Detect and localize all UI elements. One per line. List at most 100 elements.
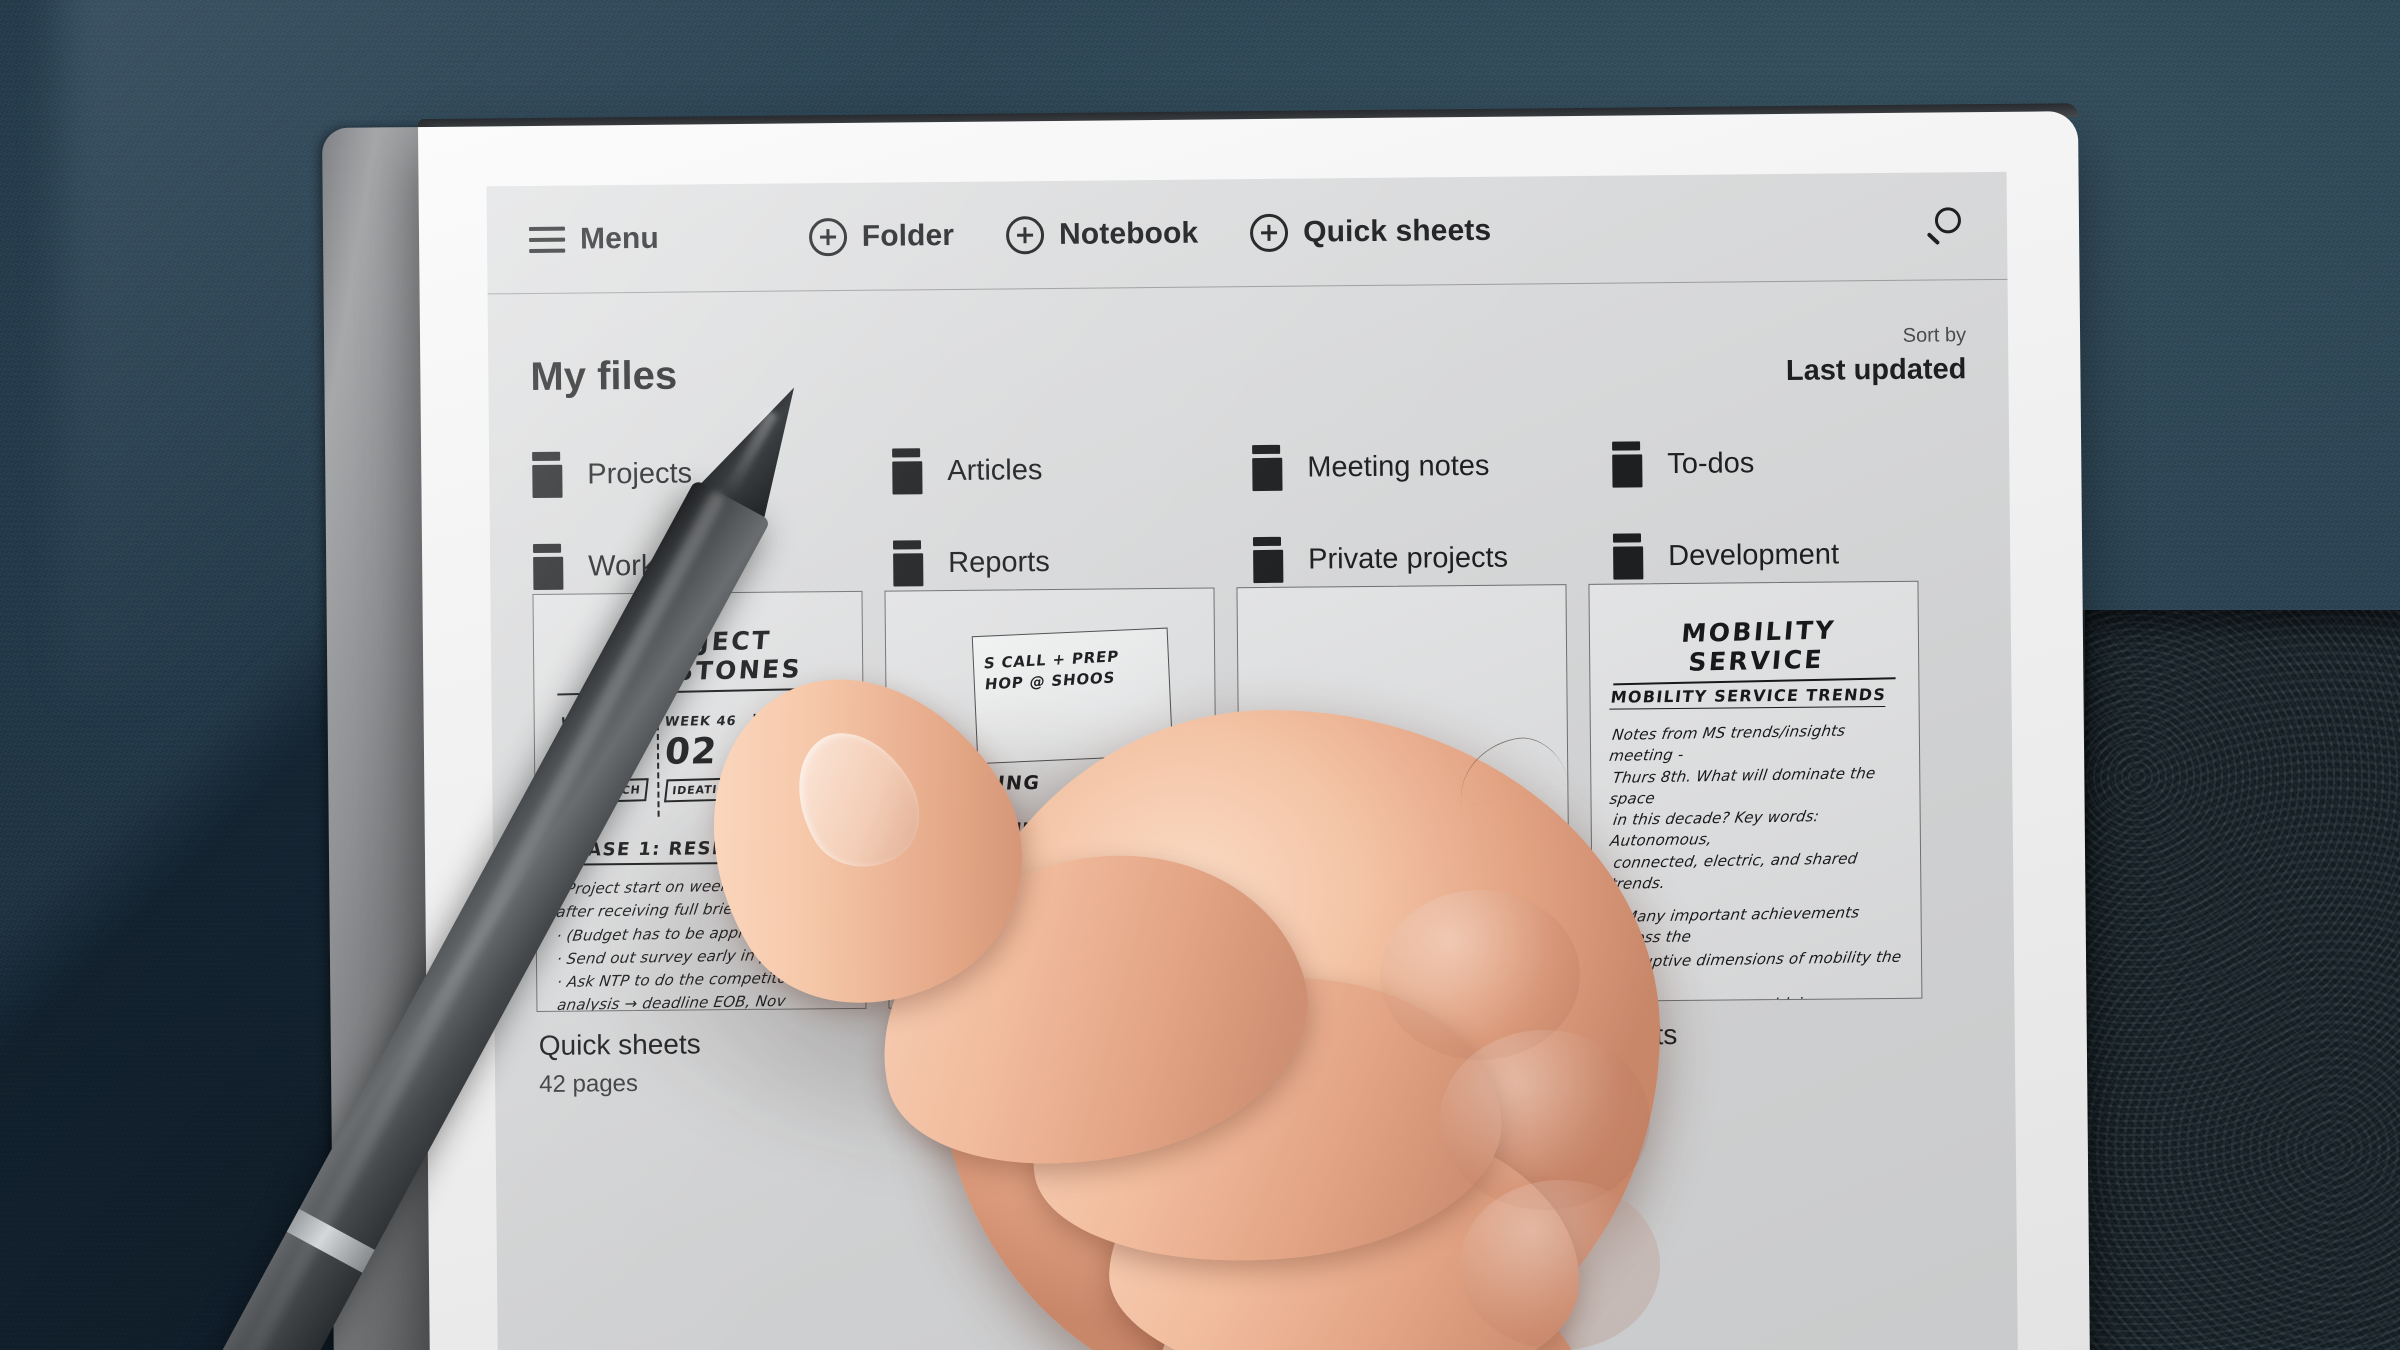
timeline-tag: IDEATION [664, 777, 746, 803]
note-card-3 [1236, 584, 1571, 1092]
folder-icon [1612, 533, 1646, 580]
folder-icon [532, 543, 566, 590]
timeline-col: WEEK 45 01 RESEARCH [554, 714, 660, 818]
menu-label: Menu [579, 221, 659, 256]
folder-label: Meeting notes [1307, 449, 1490, 484]
plus-circle-icon [808, 217, 847, 256]
plus-circle-icon [1005, 215, 1045, 254]
note-card-grid: PROJECT MILESTONES WEEK 45 01 RESEARCH W… [514, 580, 1999, 1099]
folder-icon [1251, 444, 1285, 492]
note-card-pagecount [1595, 1058, 1923, 1061]
note-bullets: · Project start on week 45 after receivi… [554, 875, 845, 1012]
note-phase-heading: PHASE 1: RESEARCH [554, 837, 789, 866]
create-actions: Folder Notebook Quick sheets [808, 211, 1492, 256]
note-card-title: Quick sheets [538, 1028, 701, 1061]
handwritten-note-content [1258, 605, 1546, 608]
handwritten-note-content: PROJECT MILESTONES WEEK 45 01 RESEARCH W… [554, 612, 846, 1012]
note-card-title [1243, 1018, 1571, 1021]
folder-grid: Projects Articles Meeting notes To-dos W… [531, 422, 1973, 606]
top-toolbar: Menu Folder Notebook Quick sheets [486, 171, 2008, 295]
handwritten-note-content: MOBILITY SERVICE MOBILITY SERVICE TRENDS… [1608, 602, 1904, 1002]
note-line: disruptive dimensions of mobility the pa… [1610, 947, 1903, 993]
note-bullets: · Many important achievements across the… [1610, 903, 1904, 1002]
folder-item-articles[interactable]: Articles [891, 429, 1252, 510]
new-notebook-label: Notebook [1058, 216, 1199, 251]
device-body: Menu Folder Notebook Quick sheets My fil… [417, 111, 2091, 1350]
new-quick-sheets-label: Quick sheets [1303, 213, 1492, 249]
eink-tablet-device: Menu Folder Notebook Quick sheets My fil… [322, 103, 2091, 1350]
checklist-item[interactable]: GET SIGN-OFF [940, 877, 1144, 899]
timeline-col: WEEK 47 03 PROTO [756, 713, 844, 817]
note-subtitle: MOBILITY SERVICE TRENDS [1609, 685, 1888, 710]
timeline-number: 03 [760, 745, 817, 787]
note-card-caption: sheets [1593, 1015, 1923, 1053]
note-section-heading: PENDING [932, 772, 1042, 796]
new-notebook-button[interactable]: Notebook [1005, 214, 1199, 254]
handwritten-note-content: S CALL + PREP HOP @ SHOOS PENDING WAITIN… [906, 609, 1194, 899]
note-line [1257, 604, 1545, 609]
sort-by-value: Last updated [1785, 353, 1967, 387]
checklist-label: FINALISE DECK [968, 847, 1109, 868]
checklist-item[interactable]: WAITING ON REPLY [939, 817, 1145, 839]
folder-label: Private projects [1308, 541, 1509, 576]
folder-icon [892, 540, 926, 587]
note-line: after receiving full brief [555, 899, 740, 922]
new-folder-label: Folder [861, 218, 955, 253]
page-title: My files [530, 353, 678, 400]
note-thumbnail-call-prep[interactable]: S CALL + PREP HOP @ SHOOS PENDING WAITIN… [884, 587, 1219, 1009]
timeline-week: WEEK 47 [759, 713, 810, 744]
leather-surface [2081, 610, 2400, 1350]
note-thumbnail-blank[interactable] [1236, 584, 1571, 1006]
folder-item-meeting-notes[interactable]: Meeting notes [1251, 426, 1612, 507]
folder-label: Reports [948, 545, 1050, 579]
folder-icon [531, 451, 565, 498]
timeline-number: 02 [663, 731, 720, 773]
folder-label: Projects [587, 456, 693, 490]
note-card-title [891, 1021, 1219, 1024]
note-card-pagecount [1243, 1018, 1571, 1021]
plus-circle-icon [1250, 213, 1289, 252]
note-thumbnail-project-milestones[interactable]: PROJECT MILESTONES WEEK 45 01 RESEARCH W… [532, 590, 867, 1012]
sort-by-control[interactable]: Sort by Last updated [1785, 323, 1967, 388]
folder-label: Development [1668, 537, 1840, 572]
folder-label: To-dos [1667, 446, 1755, 480]
note-line: · Send out survey early in phase [555, 945, 808, 968]
note-line: Thurs 8th. What will dominate the space [1608, 763, 1877, 808]
note-card-caption [889, 1021, 1219, 1024]
eink-screen: Menu Folder Notebook Quick sheets My fil… [486, 171, 2019, 1350]
menu-button[interactable]: Menu [528, 221, 659, 256]
note-card-caption: Quick sheets 42 pages [537, 1025, 868, 1099]
sort-by-label: Sort by [1902, 324, 1967, 347]
note-card-pagecount [891, 1021, 1219, 1024]
note-title: PROJECT MILESTONES [557, 624, 845, 696]
note-line: Notes from MS trends/insights meeting - [1608, 721, 1847, 766]
note-thumbnail-mobility-service[interactable]: MOBILITY SERVICE MOBILITY SERVICE TRENDS… [1588, 580, 1923, 1002]
checklist-label: WAITING ON REPLY [967, 817, 1145, 838]
new-folder-button[interactable]: Folder [808, 216, 955, 256]
folder-item-projects[interactable]: Projects [531, 433, 892, 514]
note-card-caption [1241, 1018, 1571, 1021]
folder-icon [891, 448, 925, 495]
search-button[interactable] [1925, 206, 1965, 246]
new-quick-sheets-button[interactable]: Quick sheets [1250, 211, 1492, 252]
folder-label: Articles [947, 453, 1043, 487]
checkbox-icon [939, 818, 959, 839]
folder-item-to-dos[interactable]: To-dos [1611, 422, 1972, 503]
checklist-label: GET SIGN-OFF [968, 878, 1100, 898]
timeline-col: WEEK 46 02 IDEATION [658, 713, 757, 817]
checkbox-icon [940, 878, 960, 899]
note-title: MOBILITY SERVICE [1613, 614, 1901, 686]
checklist-item[interactable]: FINALISE DECK [939, 847, 1144, 869]
timeline-tag: RESEARCH [559, 778, 649, 804]
note-card-4: MOBILITY SERVICE MOBILITY SERVICE TRENDS… [1588, 580, 1923, 1089]
note-card-title: sheets [1594, 1019, 1678, 1051]
note-timeline: WEEK 45 01 RESEARCH WEEK 46 02 IDEATION [554, 713, 844, 818]
note-line: analysis → deadline EOB, Nov [556, 992, 788, 1012]
timeline-week: WEEK 45 [559, 715, 634, 731]
page-header: My files Sort by Last updated [488, 280, 2009, 413]
search-icon [1925, 206, 1965, 246]
note-line: connected, electric, and shared trends. [1609, 849, 1859, 894]
note-card-pagecount: 42 pages [539, 1070, 639, 1098]
note-line: · Project start on week 45 [554, 876, 756, 899]
note-checklist: WAITING ON REPLY FINALISE DECK GET SIGN-… [939, 817, 1145, 909]
